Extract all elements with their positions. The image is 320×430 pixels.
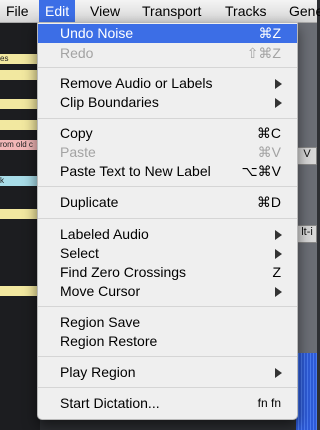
label-chip[interactable]: k bbox=[0, 176, 38, 186]
menu-tracks[interactable]: Tracks bbox=[219, 0, 272, 22]
separator bbox=[38, 218, 297, 219]
menu-item-clip-boundaries[interactable]: Clip Boundaries bbox=[38, 93, 297, 112]
separator bbox=[38, 186, 297, 187]
shortcut-label: ⌥⌘V bbox=[241, 163, 281, 179]
menu-item-move-cursor[interactable]: Move Cursor bbox=[38, 282, 297, 301]
shortcut-label: ⌘V bbox=[257, 144, 281, 160]
menu-item-label: Find Zero Crossings bbox=[60, 264, 187, 280]
menu-item-region-restore[interactable]: Region Restore bbox=[38, 332, 297, 351]
menu-transport[interactable]: Transport bbox=[136, 0, 207, 22]
menu-item-label: Paste Text to New Label bbox=[60, 163, 211, 179]
menu-item-label: Region Restore bbox=[60, 333, 158, 349]
label-chip[interactable] bbox=[0, 209, 38, 219]
waveform bbox=[296, 353, 317, 430]
separator bbox=[38, 387, 297, 388]
menu-item-select[interactable]: Select bbox=[38, 244, 297, 263]
menu-item-paste-text-new-label[interactable]: Paste Text to New Label ⌥⌘V bbox=[38, 162, 297, 181]
menu-item-redo: Redo ⇧⌘Z bbox=[38, 44, 297, 63]
menu-item-labeled-audio[interactable]: Labeled Audio bbox=[38, 225, 297, 244]
edit-menu: Undo Noise ⌘Z Redo ⇧⌘Z Remove Audio or L… bbox=[37, 22, 298, 420]
shortcut-label: ⌘D bbox=[256, 194, 281, 210]
label-chip[interactable] bbox=[0, 70, 38, 80]
shortcut-label: fn fn bbox=[257, 396, 281, 410]
menu-item-paste: Paste ⌘V bbox=[38, 143, 297, 162]
menu-item-label: Clip Boundaries bbox=[60, 94, 159, 110]
menu-item-label: Paste bbox=[60, 144, 96, 160]
label-chip[interactable]: rom old c bbox=[0, 140, 38, 150]
menu-item-label: Redo bbox=[60, 45, 94, 61]
menu-item-remove-audio[interactable]: Remove Audio or Labels bbox=[38, 74, 297, 93]
shortcut-label: ⇧⌘Z bbox=[246, 45, 281, 61]
menu-item-label: Start Dictation... bbox=[60, 395, 160, 411]
device-dropdown[interactable]: lt-i bbox=[297, 225, 317, 243]
menu-item-label: Move Cursor bbox=[60, 283, 141, 299]
menu-item-label: Select bbox=[60, 245, 99, 261]
menu-item-copy[interactable]: Copy ⌘C bbox=[38, 124, 297, 143]
shortcut-label: ⌘Z bbox=[258, 25, 281, 41]
menu-edit[interactable]: Edit bbox=[39, 0, 76, 22]
submenu-arrow-icon bbox=[275, 249, 282, 259]
label-chip[interactable] bbox=[0, 99, 38, 109]
label-chip[interactable] bbox=[0, 286, 38, 296]
menu-view[interactable]: View bbox=[84, 0, 126, 22]
submenu-arrow-icon bbox=[275, 368, 282, 378]
menu-item-start-dictation[interactable]: Start Dictation... fn fn bbox=[38, 394, 297, 413]
menu-item-label: Labeled Audio bbox=[60, 226, 149, 242]
menu-bar: File Edit View Transport Tracks Gene bbox=[0, 0, 320, 23]
label-track-area bbox=[0, 23, 40, 430]
separator bbox=[38, 356, 297, 357]
menu-item-undo[interactable]: Undo Noise ⌘Z bbox=[38, 24, 297, 43]
menu-item-find-zero-crossings[interactable]: Find Zero Crossings Z bbox=[38, 263, 297, 282]
label-chip[interactable] bbox=[0, 120, 38, 130]
separator bbox=[38, 118, 297, 119]
submenu-arrow-icon bbox=[275, 98, 282, 108]
submenu-arrow-icon bbox=[275, 287, 282, 297]
menu-item-label: Play Region bbox=[60, 364, 136, 380]
separator bbox=[38, 67, 297, 68]
submenu-arrow-icon bbox=[275, 230, 282, 240]
shortcut-label: ⌘C bbox=[256, 125, 281, 141]
menu-item-label: Remove Audio or Labels bbox=[60, 75, 213, 91]
menu-item-duplicate[interactable]: Duplicate ⌘D bbox=[38, 193, 297, 212]
dropdown-control[interactable]: V bbox=[297, 147, 317, 165]
menu-file[interactable]: File bbox=[0, 0, 35, 22]
menu-item-region-save[interactable]: Region Save bbox=[38, 313, 297, 332]
menu-item-label: Region Save bbox=[60, 314, 141, 330]
label-chip[interactable]: es bbox=[0, 54, 38, 64]
submenu-arrow-icon bbox=[275, 79, 282, 89]
menu-item-label: Undo Noise bbox=[60, 25, 134, 41]
menu-item-play-region[interactable]: Play Region bbox=[38, 363, 297, 382]
menu-item-label: Copy bbox=[60, 125, 93, 141]
shortcut-label: Z bbox=[272, 264, 281, 280]
menu-generate[interactable]: Gene bbox=[283, 0, 320, 22]
menu-item-label: Duplicate bbox=[60, 194, 119, 210]
separator bbox=[38, 306, 297, 307]
